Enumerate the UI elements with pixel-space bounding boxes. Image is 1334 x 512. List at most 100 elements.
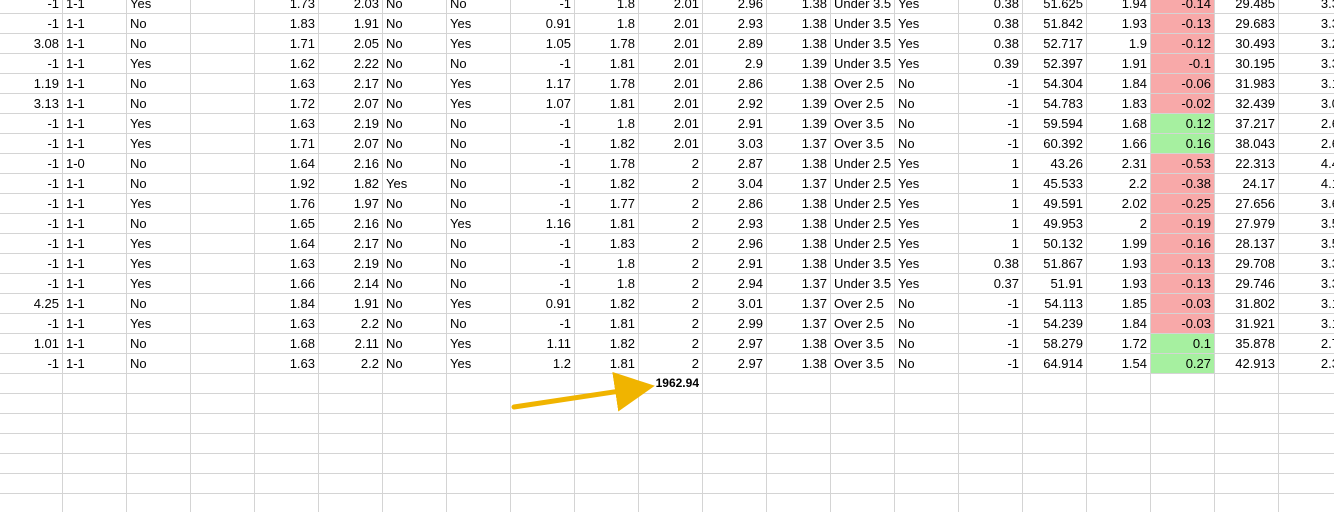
cell[interactable]: -1 <box>959 94 1023 114</box>
cell[interactable] <box>959 434 1023 454</box>
cell[interactable]: No <box>895 114 959 134</box>
cell[interactable]: No <box>895 334 959 354</box>
cell[interactable] <box>639 454 703 474</box>
cell[interactable]: 2.89 <box>703 34 767 54</box>
cell[interactable]: 2.14 <box>319 274 383 294</box>
cell[interactable] <box>639 414 703 434</box>
cell[interactable]: 3.01 <box>703 294 767 314</box>
cell[interactable] <box>1215 414 1279 434</box>
cell[interactable]: No <box>383 54 447 74</box>
cell[interactable]: 2 <box>639 274 703 294</box>
cell[interactable]: 1.37 <box>767 314 831 334</box>
cell[interactable]: 1.38 <box>767 334 831 354</box>
cell[interactable]: No <box>383 214 447 234</box>
cell[interactable] <box>319 414 383 434</box>
cell[interactable]: Under 2.5 <box>831 154 895 174</box>
cell[interactable]: 3.0 <box>1279 94 1334 114</box>
cell[interactable]: Yes <box>447 74 511 94</box>
cell[interactable]: 1.71 <box>255 34 319 54</box>
cell[interactable]: 1.39 <box>767 94 831 114</box>
cell[interactable] <box>319 474 383 494</box>
cell[interactable]: 4.1 <box>1279 174 1334 194</box>
cell[interactable]: 1.8 <box>575 114 639 134</box>
cell[interactable]: 1-1 <box>63 74 127 94</box>
cell[interactable] <box>703 494 767 512</box>
cell[interactable]: 0.12 <box>1151 114 1215 134</box>
total-cell[interactable]: 1962.94 <box>639 374 703 394</box>
cell[interactable] <box>447 414 511 434</box>
cell[interactable]: 3.5 <box>1279 214 1334 234</box>
cell[interactable]: Yes <box>895 154 959 174</box>
cell[interactable] <box>703 434 767 454</box>
cell[interactable] <box>191 334 255 354</box>
cell[interactable]: No <box>383 14 447 34</box>
cell[interactable]: 1.16 <box>511 214 575 234</box>
cell[interactable]: 2 <box>639 234 703 254</box>
cell[interactable]: 1.38 <box>767 0 831 14</box>
cell[interactable] <box>959 394 1023 414</box>
cell[interactable] <box>575 474 639 494</box>
cell[interactable]: 49.591 <box>1023 194 1087 214</box>
cell[interactable] <box>511 414 575 434</box>
cell[interactable]: 1 <box>959 214 1023 234</box>
cell[interactable]: No <box>127 94 191 114</box>
cell[interactable]: Under 3.5 <box>831 274 895 294</box>
cell[interactable]: -1 <box>511 174 575 194</box>
cell[interactable]: Yes <box>447 334 511 354</box>
cell[interactable]: 1-1 <box>63 214 127 234</box>
cell[interactable]: 1.91 <box>319 14 383 34</box>
cell[interactable]: 29.746 <box>1215 274 1279 294</box>
cell[interactable]: 1.82 <box>575 294 639 314</box>
cell[interactable]: 1.38 <box>767 254 831 274</box>
cell[interactable] <box>1279 454 1334 474</box>
cell[interactable] <box>767 454 831 474</box>
cell[interactable] <box>959 454 1023 474</box>
cell[interactable]: -0.13 <box>1151 14 1215 34</box>
cell[interactable]: 2 <box>639 174 703 194</box>
cell[interactable]: 1.63 <box>255 114 319 134</box>
cell[interactable]: No <box>127 74 191 94</box>
cell[interactable] <box>0 434 63 454</box>
cell[interactable]: 54.113 <box>1023 294 1087 314</box>
cell[interactable]: 32.439 <box>1215 94 1279 114</box>
cell[interactable]: -1 <box>511 134 575 154</box>
cell[interactable]: 1.19 <box>0 74 63 94</box>
cell[interactable]: No <box>127 334 191 354</box>
cell[interactable] <box>575 394 639 414</box>
cell[interactable] <box>831 434 895 454</box>
cell[interactable]: 1-1 <box>63 274 127 294</box>
cell[interactable] <box>127 374 191 394</box>
cell[interactable]: 3.6 <box>1279 194 1334 214</box>
cell[interactable]: -0.25 <box>1151 194 1215 214</box>
cell[interactable] <box>1279 474 1334 494</box>
cell[interactable]: 28.137 <box>1215 234 1279 254</box>
cell[interactable]: 1-1 <box>63 234 127 254</box>
cell[interactable]: No <box>383 354 447 374</box>
cell[interactable]: No <box>383 194 447 214</box>
cell[interactable]: Over 3.5 <box>831 134 895 154</box>
cell[interactable]: Yes <box>447 214 511 234</box>
cell[interactable]: 2.01 <box>639 74 703 94</box>
cell[interactable]: 1.71 <box>255 134 319 154</box>
cell[interactable]: 2.01 <box>639 54 703 74</box>
cell[interactable]: 24.17 <box>1215 174 1279 194</box>
cell[interactable]: Yes <box>383 174 447 194</box>
cell[interactable] <box>895 474 959 494</box>
cell[interactable]: 54.239 <box>1023 314 1087 334</box>
cell[interactable] <box>63 454 127 474</box>
cell[interactable] <box>1151 374 1215 394</box>
cell[interactable]: -1 <box>0 354 63 374</box>
cell[interactable]: 1.11 <box>511 334 575 354</box>
cell[interactable] <box>191 94 255 114</box>
cell[interactable]: 37.217 <box>1215 114 1279 134</box>
cell[interactable]: 50.132 <box>1023 234 1087 254</box>
cell[interactable]: 3.1 <box>1279 294 1334 314</box>
cell[interactable]: -0.03 <box>1151 294 1215 314</box>
cell[interactable]: Over 3.5 <box>831 114 895 134</box>
cell[interactable]: Under 3.5 <box>831 14 895 34</box>
cell[interactable]: 2 <box>639 294 703 314</box>
cell[interactable]: 2.03 <box>319 0 383 14</box>
cell[interactable]: No <box>447 254 511 274</box>
cell[interactable]: 2.05 <box>319 34 383 54</box>
cell[interactable] <box>1087 434 1151 454</box>
